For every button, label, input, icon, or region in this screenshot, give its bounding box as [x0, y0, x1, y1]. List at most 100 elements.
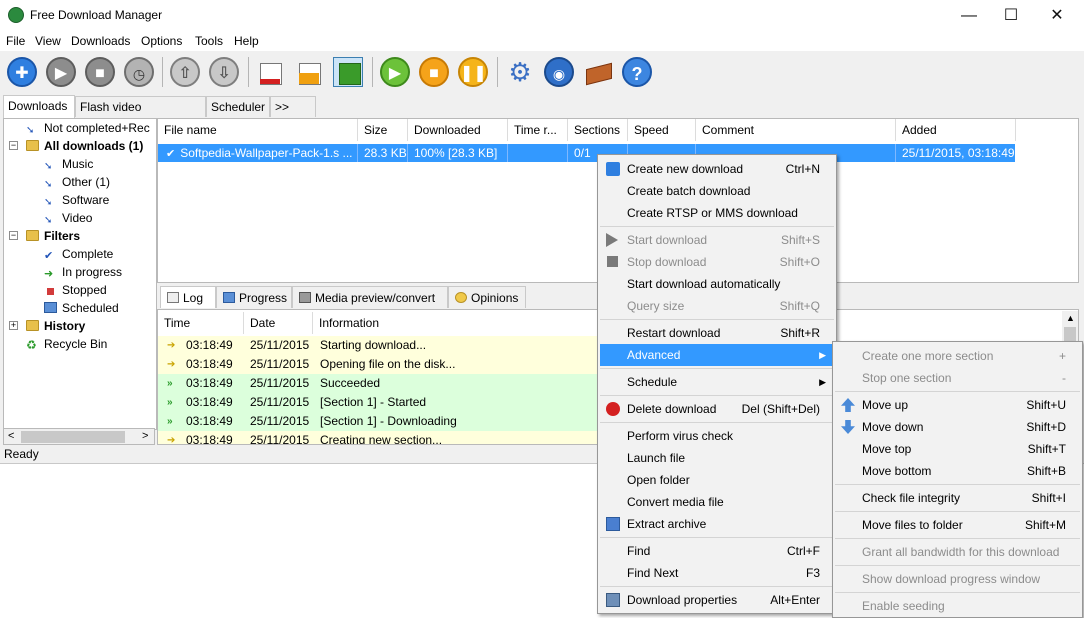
menu-item-create-batch-download[interactable]: Create batch download [600, 180, 834, 202]
menu-options[interactable]: Options [141, 34, 182, 48]
menu-item-extract-archive[interactable]: Extract archive [600, 513, 834, 535]
menu-view[interactable]: View [35, 34, 61, 48]
menu-item-show-download-progress-window[interactable]: Show download progress window [835, 568, 1080, 590]
menu-item-stop-one-section[interactable]: Stop one section - [835, 367, 1080, 389]
speed-low-button[interactable] [256, 57, 286, 87]
column-header-comment[interactable]: Comment [696, 119, 896, 141]
log-row[interactable]: ➔ 03:18:49 25/11/2015 Creating new section.… [158, 431, 598, 444]
menu-item-move-top[interactable]: Move top Shift+T [835, 438, 1080, 460]
minimize-button[interactable]: — [946, 0, 992, 31]
tree-item-other[interactable]: ➘ Other (1) [44, 173, 110, 191]
speed-high-button[interactable] [333, 57, 363, 87]
expand-toggle[interactable]: + [9, 321, 18, 330]
tree-item-complete[interactable]: ✔ Complete [44, 245, 113, 263]
tree-item-music[interactable]: ➘ Music [44, 155, 93, 173]
menu-item-create-rtsp-or-mms-download[interactable]: Create RTSP or MMS download [600, 202, 834, 224]
tree-item-all-downloads[interactable]: All downloads (1) [26, 137, 143, 155]
close-button[interactable]: ✕ [1034, 0, 1080, 31]
tree-item-history[interactable]: History [26, 317, 85, 335]
menu-item-find[interactable]: Find Ctrl+F [600, 540, 834, 562]
menu-item-schedule[interactable]: Schedule ▶ [600, 371, 834, 393]
stop-button[interactable]: ■ [85, 57, 115, 87]
tab-log[interactable]: Log [160, 286, 216, 308]
menu-item-advanced[interactable]: Advanced ▶ [600, 344, 834, 366]
start-button[interactable]: ▶ [46, 57, 76, 87]
settings-gear-button[interactable]: ⚙ [505, 57, 535, 87]
menu-item-perform-virus-check[interactable]: Perform virus check [600, 425, 834, 447]
tab-media-preview-convert[interactable]: Media preview/convert [292, 286, 448, 308]
expand-toggle[interactable]: − [9, 231, 18, 240]
menu-help[interactable]: Help [234, 34, 259, 48]
menu-item-restart-download[interactable]: Restart download Shift+R [600, 322, 834, 344]
menu-item-launch-file[interactable]: Launch file [600, 447, 834, 469]
menu-item-create-one-more-section[interactable]: Create one more section + [835, 345, 1080, 367]
start-all-button[interactable]: ▶ [380, 57, 410, 87]
log-row[interactable]: » 03:18:49 25/11/2015 [Section 1] - Started [158, 393, 598, 412]
tree-item-scheduled[interactable]: Scheduled [44, 299, 119, 317]
scroll-right-arrow-icon[interactable]: > [142, 430, 148, 442]
move-down-button[interactable]: ⇩ [209, 57, 239, 87]
menu-item-stop-download[interactable]: Stop download Shift+O [600, 251, 834, 273]
menu-item-move-down[interactable]: Move down Shift+D [835, 416, 1080, 438]
tree-item-video[interactable]: ➘ Video [44, 209, 92, 227]
column-header-added[interactable]: Added [896, 119, 1016, 141]
menu-item-download-properties[interactable]: Download properties Alt+Enter [600, 589, 834, 611]
help-book-button[interactable] [583, 57, 613, 87]
menu-downloads[interactable]: Downloads [71, 34, 130, 48]
column-header-sections[interactable]: Sections [568, 119, 628, 141]
column-header-size[interactable]: Size [358, 119, 408, 141]
move-up-button[interactable]: ⇧ [170, 57, 200, 87]
log-row[interactable]: » 03:18:49 25/11/2015 [Section 1] - Downloa… [158, 412, 598, 431]
log-column-date[interactable]: Date [244, 312, 313, 334]
speed-medium-button[interactable] [295, 57, 325, 87]
maximize-button[interactable]: ☐ [988, 0, 1034, 31]
tree-item-stopped[interactable]: Stopped [44, 281, 107, 299]
menu-item-query-size[interactable]: Query size Shift+Q [600, 295, 834, 317]
column-header-time-remaining[interactable]: Time r... [508, 119, 568, 141]
stop-all-button[interactable]: ■ [419, 57, 449, 87]
menu-item-grant-all-bandwidth-for-this-download[interactable]: Grant all bandwidth for this download [835, 541, 1080, 563]
column-header-speed[interactable]: Speed [628, 119, 696, 141]
download-row[interactable]: ✔ Softpedia-Wallpaper-Pack-1.s ... 28.3 K… [158, 144, 1015, 162]
scroll-up-arrow-icon[interactable]: ▲ [1066, 313, 1075, 323]
tab-progress[interactable]: Progress [216, 286, 292, 308]
tab-more[interactable]: >> [270, 96, 316, 117]
log-row[interactable]: ➔ 03:18:49 25/11/2015 Starting download... [158, 336, 598, 355]
expand-toggle[interactable]: − [9, 141, 18, 150]
menu-item-create-new-download[interactable]: Create new download Ctrl+N [600, 158, 834, 180]
tab-scheduler[interactable]: Scheduler [206, 96, 270, 117]
menu-item-start-download[interactable]: Start download Shift+S [600, 229, 834, 251]
menu-item-start-download-automatically[interactable]: Start download automatically [600, 273, 834, 295]
log-row[interactable]: » 03:18:49 25/11/2015 Succeeded [158, 374, 598, 393]
menu-tools[interactable]: Tools [195, 34, 223, 48]
column-header-file-name[interactable]: File name [158, 119, 358, 141]
tree-item-not-completed[interactable]: ➘ Not completed+Rec [26, 119, 150, 137]
menu-item-convert-media-file[interactable]: Convert media file [600, 491, 834, 513]
tree-item-software[interactable]: ➘ Software [44, 191, 109, 209]
log-column-information[interactable]: Information [313, 312, 598, 334]
tree-item-recycle-bin[interactable]: ♻ Recycle Bin [26, 335, 107, 353]
tree-item-in-progress[interactable]: ➜ In progress [44, 263, 122, 281]
menu-item-move-files-to-folder[interactable]: Move files to folder Shift+M [835, 514, 1080, 536]
menu-item-move-bottom[interactable]: Move bottom Shift+B [835, 460, 1080, 482]
site-explorer-button[interactable]: ◉ [544, 57, 574, 87]
scrollbar-thumb[interactable] [21, 431, 125, 443]
log-column-time[interactable]: Time [158, 312, 244, 334]
pause-all-button[interactable]: ❚❚ [458, 57, 488, 87]
tree-horizontal-scrollbar[interactable]: < > [3, 428, 155, 445]
schedule-clock-button[interactable]: ◷ [124, 57, 154, 87]
menu-item-enable-seeding[interactable]: Enable seeding [835, 595, 1080, 617]
add-download-button[interactable]: ✚ [7, 57, 37, 87]
menu-item-open-folder[interactable]: Open folder [600, 469, 834, 491]
tree-item-filters[interactable]: Filters [26, 227, 80, 245]
menu-item-find-next[interactable]: Find Next F3 [600, 562, 834, 584]
menu-item-move-up[interactable]: Move up Shift+U [835, 394, 1080, 416]
help-button[interactable]: ? [622, 57, 652, 87]
log-row[interactable]: ➔ 03:18:49 25/11/2015 Opening file on the d… [158, 355, 598, 374]
menu-file[interactable]: File [6, 34, 25, 48]
tab-flash-video-downloads[interactable]: Flash video downloads [75, 96, 206, 135]
menu-item-check-file-integrity[interactable]: Check file integrity Shift+I [835, 487, 1080, 509]
tab-opinions[interactable]: Opinions [448, 286, 526, 308]
column-header-downloaded[interactable]: Downloaded [408, 119, 508, 141]
scroll-left-arrow-icon[interactable]: < [8, 430, 14, 442]
